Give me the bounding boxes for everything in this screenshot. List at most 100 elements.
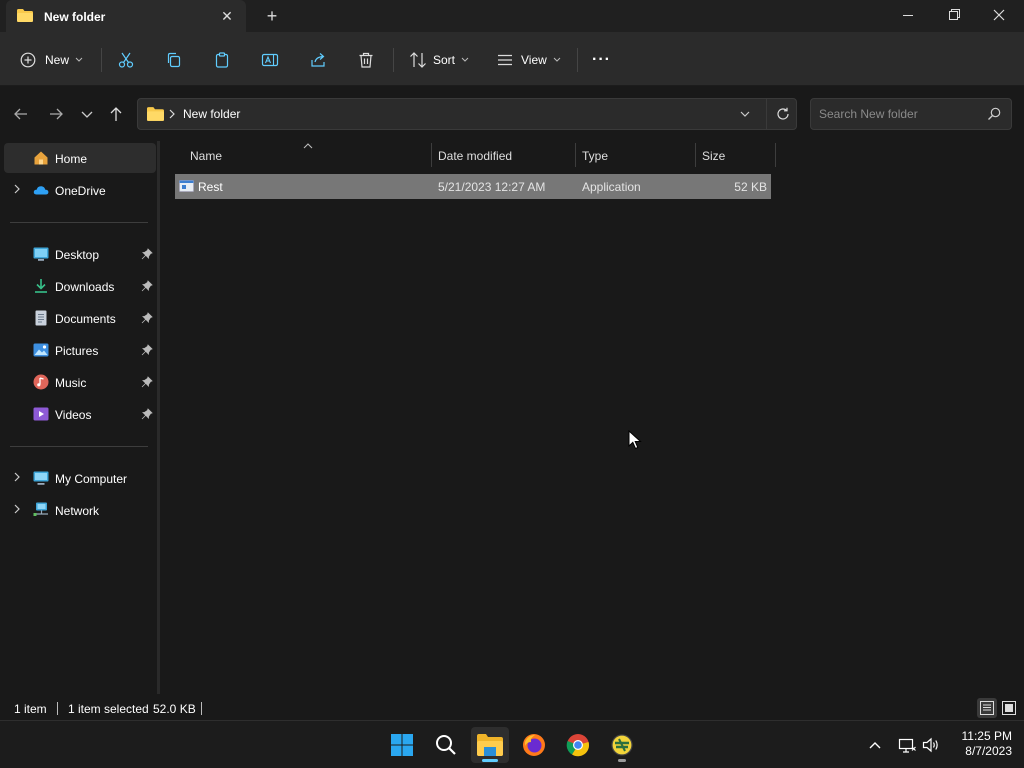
system-clock[interactable]: 11:25 PM 8/7/2023 <box>948 729 1012 759</box>
column-header-name[interactable]: Name <box>175 143 431 169</box>
file-list: Name Date modified Type Size Rest 5/21/2… <box>160 141 1024 694</box>
sidebar-item-label: OneDrive <box>55 184 106 198</box>
search-box[interactable] <box>810 98 1012 130</box>
chevron-right-icon[interactable] <box>12 503 22 515</box>
new-tab-button[interactable]: + <box>262 6 282 26</box>
app-taskbar-button[interactable] <box>603 727 641 763</box>
sidebar-item-documents[interactable]: Documents <box>4 303 156 333</box>
sidebar-item-home[interactable]: Home <box>4 143 156 173</box>
documents-icon <box>35 310 47 326</box>
column-resize-handle[interactable] <box>775 143 776 167</box>
plus-circle-icon <box>20 52 36 68</box>
folder-icon <box>147 107 164 121</box>
column-header-date-modified[interactable]: Date modified <box>432 143 575 169</box>
file-size: 52 KB <box>734 180 767 194</box>
chevron-down-icon[interactable] <box>738 106 752 122</box>
chevron-right-icon[interactable] <box>168 106 176 122</box>
details-view-button[interactable] <box>977 698 997 718</box>
more-options-button[interactable]: ··· <box>592 46 611 74</box>
taskbar-search-button[interactable] <box>427 727 465 763</box>
view-list-icon <box>498 54 512 66</box>
file-explorer-taskbar-button[interactable] <box>471 727 509 763</box>
network-icon <box>33 502 48 516</box>
status-bar: 1 item 1 item selected 52.0 KB <box>0 694 1024 720</box>
sidebar-item-label: My Computer <box>55 472 128 486</box>
pin-icon[interactable] <box>141 408 153 420</box>
sidebar-item-my-computer[interactable]: My Computer <box>4 463 156 493</box>
up-button[interactable] <box>105 104 127 124</box>
address-bar[interactable]: New folder <box>137 98 797 130</box>
trash-icon <box>359 52 373 68</box>
divider <box>393 48 394 72</box>
restore-button[interactable] <box>931 0 977 32</box>
column-header-size[interactable]: Size <box>696 143 775 169</box>
delete-button[interactable] <box>357 46 375 74</box>
sidebar-item-music[interactable]: Music <box>4 367 156 397</box>
computer-icon <box>33 471 49 485</box>
pin-icon[interactable] <box>141 344 153 356</box>
paste-button[interactable] <box>213 46 231 74</box>
sidebar-item-onedrive[interactable]: OneDrive <box>4 175 156 205</box>
back-button[interactable] <box>10 104 32 124</box>
tab-new-folder[interactable]: New folder ✕ <box>6 0 246 32</box>
search-input[interactable] <box>819 106 979 122</box>
new-button[interactable]: New <box>20 46 83 74</box>
clock-date: 8/7/2023 <box>965 744 1012 758</box>
sort-button[interactable]: Sort <box>409 46 469 74</box>
pin-icon[interactable] <box>141 248 153 260</box>
close-window-button[interactable] <box>977 0 1023 32</box>
selection-count: 1 item selected <box>68 702 149 716</box>
application-icon <box>179 180 194 192</box>
sidebar-item-downloads[interactable]: Downloads <box>4 271 156 301</box>
sidebar-item-label: Videos <box>55 408 92 422</box>
forward-button[interactable] <box>45 104 67 124</box>
pin-icon[interactable] <box>141 312 153 324</box>
pictures-icon <box>33 343 49 357</box>
command-bar: New Sort View ··· <box>0 32 1024 86</box>
pin-icon[interactable] <box>141 376 153 388</box>
sidebar-item-desktop[interactable]: Desktop <box>4 239 156 269</box>
minimize-button[interactable] <box>885 0 931 32</box>
view-button[interactable]: View <box>497 46 561 74</box>
sidebar-item-videos[interactable]: Videos <box>4 399 156 429</box>
table-row[interactable]: Rest 5/21/2023 12:27 AM Application 52 K… <box>175 174 771 199</box>
sidebar-item-pictures[interactable]: Pictures <box>4 335 156 365</box>
volume-icon[interactable] <box>921 735 941 755</box>
address-row: New folder <box>0 86 1024 141</box>
chrome-icon <box>566 734 590 757</box>
rename-button[interactable] <box>261 46 279 74</box>
sidebar-item-network[interactable]: Network <box>4 495 156 525</box>
file-name: Rest <box>198 180 223 194</box>
sidebar-item-label: Downloads <box>55 280 115 294</box>
chevron-right-icon[interactable] <box>12 471 22 483</box>
tab-title: New folder <box>44 10 106 24</box>
copy-icon <box>167 52 181 68</box>
start-button[interactable] <box>383 727 421 763</box>
breadcrumb-new-folder[interactable]: New folder <box>183 107 240 121</box>
mouse-cursor-icon <box>628 430 642 450</box>
refresh-button[interactable] <box>766 99 798 129</box>
home-icon <box>34 151 48 165</box>
chevron-right-icon[interactable] <box>12 183 22 195</box>
close-tab-button[interactable]: ✕ <box>218 7 236 25</box>
navigation-pane: Home OneDrive Desktop Downloads Document… <box>0 141 158 694</box>
column-header-type[interactable]: Type <box>576 143 695 169</box>
share-button[interactable] <box>309 46 327 74</box>
large-icons-view-button[interactable] <box>999 698 1019 718</box>
copy-button[interactable] <box>165 46 183 74</box>
network-status-icon[interactable] <box>897 735 917 755</box>
divider <box>57 702 58 715</box>
item-count: 1 item <box>14 702 47 716</box>
pin-icon[interactable] <box>141 280 153 292</box>
details-view-icon <box>980 701 994 715</box>
chevron-up-icon[interactable] <box>865 735 885 755</box>
firefox-taskbar-button[interactable] <box>515 727 553 763</box>
divider <box>577 48 578 72</box>
search-icon <box>436 735 456 755</box>
chrome-taskbar-button[interactable] <box>559 727 597 763</box>
restore-icon <box>949 9 960 20</box>
arrow-up-icon <box>110 107 122 121</box>
recent-locations-button[interactable] <box>76 104 98 124</box>
cut-button[interactable] <box>117 46 135 74</box>
more-icon: ··· <box>592 51 611 68</box>
